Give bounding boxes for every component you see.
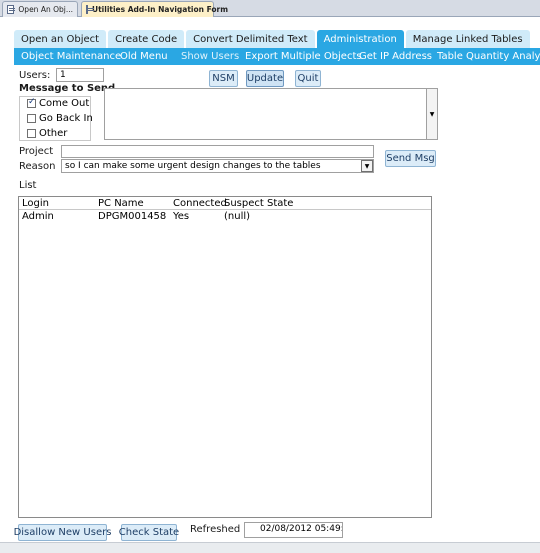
project-label: Project — [19, 146, 54, 157]
option-other[interactable]: Other — [27, 128, 67, 139]
column-header-login: Login — [22, 197, 49, 209]
tab-get-ip-address[interactable]: Get IP Address — [354, 48, 437, 65]
users-count-field[interactable]: 1 — [56, 68, 104, 82]
tab-create-code[interactable]: Create Code — [108, 30, 185, 48]
quit-button[interactable]: Quit — [295, 70, 321, 87]
checkbox-checked-icon[interactable] — [27, 97, 36, 108]
nsm-button[interactable]: NSM — [209, 70, 238, 87]
column-header-pc-name: PC Name — [98, 197, 144, 209]
checkbox-icon[interactable] — [27, 129, 36, 138]
doc-tab-label: Open An Obj... — [18, 5, 73, 14]
doc-tab-label: Utilities Add-In Navigation Form — [92, 5, 229, 14]
cell-pc-name: DPGM001458 — [98, 211, 167, 222]
primary-navigation: Open an Object Create Code Convert Delim… — [14, 30, 530, 48]
chevron-down-icon[interactable]: ▼ — [361, 160, 373, 172]
users-label: Users: — [19, 70, 51, 81]
message-to-send-label: Message to Send — [19, 83, 116, 94]
dropdown-arrow-icon[interactable]: ▼ — [426, 89, 437, 139]
tab-manage-linked-tables[interactable]: Manage Linked Tables — [405, 30, 530, 48]
tab-administration[interactable]: Administration — [316, 30, 404, 48]
tab-object-maintenance[interactable]: Object Maintenance — [16, 48, 126, 65]
option-come-out[interactable]: Come Out — [27, 97, 90, 109]
status-bar — [0, 542, 540, 553]
cell-suspect-state: (null) — [224, 211, 251, 222]
tab-old-menu[interactable]: Old Menu — [115, 48, 173, 65]
list-row[interactable]: Admin DPGM001458 Yes (null) — [19, 210, 431, 223]
reason-label: Reason — [19, 161, 56, 172]
document-tab-bar: Open An Obj... Utilities Add-In Navigati… — [0, 0, 540, 17]
cell-login: Admin — [22, 211, 54, 222]
tab-export-multiple-objects[interactable]: Export Multiple Objects — [240, 48, 367, 65]
secondary-navigation: Object Maintenance Old Menu Show Users E… — [14, 48, 540, 65]
column-header-suspect-state: Suspect State — [224, 197, 294, 209]
refreshed-label: Refreshed — [190, 524, 241, 535]
option-label: Go Back In — [39, 113, 93, 124]
option-label: Other — [39, 128, 68, 139]
users-list[interactable]: Login PC Name Connected Suspect State Ad… — [18, 196, 432, 518]
column-header-connected: Connected — [173, 197, 227, 209]
send-msg-button[interactable]: Send Msg — [385, 150, 436, 167]
cell-connected: Yes — [173, 211, 190, 222]
list-label: List — [19, 180, 37, 191]
disallow-new-users-button[interactable]: Disallow New Users — [14, 524, 111, 541]
doc-tab-utilities-navigation[interactable]: Utilities Add-In Navigation Form — [81, 1, 228, 17]
form-icon — [7, 5, 16, 14]
option-go-back-in[interactable]: Go Back In — [27, 113, 93, 124]
checkbox-icon[interactable] — [27, 114, 36, 123]
check-state-button[interactable]: Check State — [119, 524, 179, 541]
form-icon — [86, 5, 94, 14]
refreshed-timestamp: 02/08/2012 05:49:26 — [244, 522, 343, 538]
option-label: Come Out — [39, 98, 90, 109]
reason-combo[interactable]: so I can make some urgent design changes… — [61, 159, 374, 173]
doc-tab-open-an-object[interactable]: Open An Obj... — [2, 1, 78, 17]
tab-convert-delimited-text[interactable]: Convert Delimited Text — [186, 30, 315, 48]
project-field[interactable] — [61, 145, 374, 158]
tab-table-quantity-analyser[interactable]: Table Quantity Analyser — [432, 48, 540, 65]
message-text-area[interactable]: ▼ — [104, 88, 438, 140]
update-button[interactable]: Update — [246, 70, 284, 87]
list-header-row: Login PC Name Connected Suspect State — [19, 197, 431, 210]
tab-open-an-object[interactable]: Open an Object — [14, 30, 107, 48]
tab-show-users[interactable]: Show Users — [176, 48, 244, 65]
